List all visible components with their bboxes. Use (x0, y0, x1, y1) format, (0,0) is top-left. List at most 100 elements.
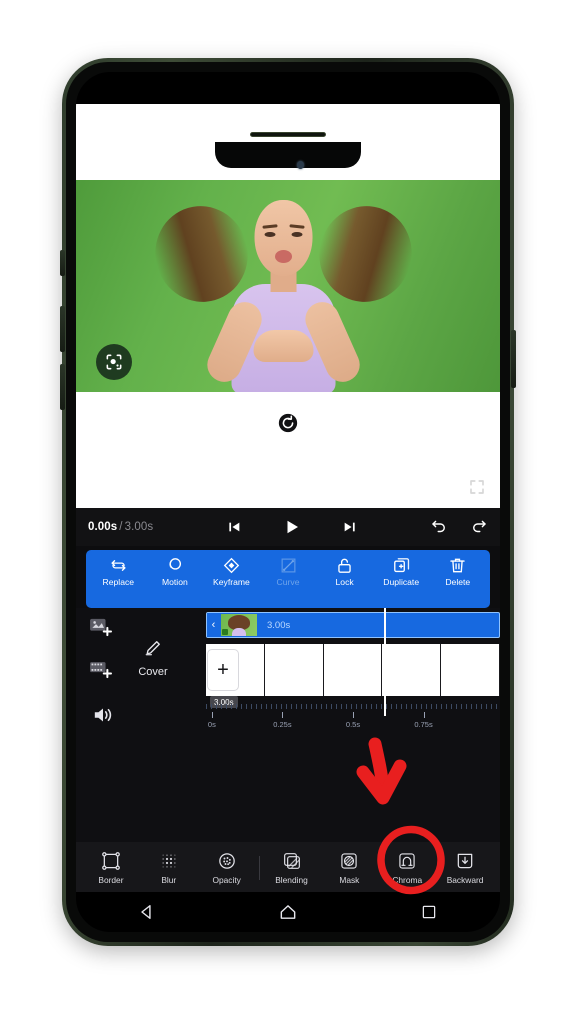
media-cell[interactable] (382, 644, 442, 696)
curve-icon (279, 556, 298, 575)
add-media-button[interactable]: + (208, 650, 238, 690)
ruler-label: 0.75s (414, 720, 433, 729)
undo-icon[interactable] (430, 518, 448, 536)
motion-label: Motion (161, 577, 188, 587)
clip-context-toolbar: Replace Motion Keyframe Curve Lock Dupli… (86, 550, 490, 608)
volume-up-button[interactable] (60, 306, 65, 352)
thumbnail-body (232, 628, 246, 636)
keyframe-button[interactable]: Keyframe (203, 556, 260, 588)
clip-thumbnail (221, 614, 257, 636)
curve-label: Curve (276, 577, 300, 587)
eye-left (264, 232, 276, 237)
recents-square-icon[interactable] (359, 903, 500, 921)
rotate-icon[interactable] (277, 412, 299, 434)
volume-down-button[interactable] (60, 364, 65, 410)
backward-label: Backward (446, 875, 484, 885)
timeline[interactable]: Cover ‹ 3.00s + 3.00s 0s 0.25s 0.5s 0.75… (76, 608, 500, 842)
major-tick (353, 712, 354, 718)
media-cell[interactable] (265, 644, 324, 696)
add-video-icon[interactable] (88, 658, 114, 680)
media-cell[interactable] (324, 644, 383, 696)
home-icon[interactable] (217, 902, 358, 922)
duplicate-button[interactable]: Duplicate (373, 556, 430, 588)
back-triangle-icon[interactable] (76, 902, 217, 922)
skip-previous-icon[interactable] (225, 518, 243, 536)
cover-button[interactable]: Cover (124, 638, 182, 678)
unlock-icon (335, 556, 354, 575)
history-controls (430, 518, 488, 536)
replace-icon (109, 556, 128, 575)
major-tick (211, 712, 213, 718)
motion-icon (165, 556, 184, 575)
selected-clip[interactable]: ‹ 3.00s (206, 612, 500, 638)
blending-label: Blending (275, 875, 308, 885)
add-image-icon[interactable] (88, 616, 114, 638)
opacity-button[interactable]: Opacity (198, 851, 256, 885)
play-icon[interactable] (283, 518, 301, 536)
effects-toolbar: Border Blur Opacity Blending Mask Chroma… (76, 842, 500, 892)
eyebrow-right (289, 224, 305, 229)
replace-button[interactable]: Replace (90, 556, 147, 588)
ruler-label: 0s (207, 720, 216, 729)
redo-icon[interactable] (470, 518, 488, 536)
thumbnail-badge (222, 629, 228, 635)
trash-icon (448, 556, 467, 575)
keyframe-icon (222, 556, 241, 575)
mask-icon (339, 851, 359, 871)
phone-screen: 0.00s/3.00s Replace Motion Keyframe Curv… (76, 72, 500, 932)
notch (215, 142, 361, 168)
skip-next-icon[interactable] (341, 518, 359, 536)
main-media-track[interactable]: + 3.00s (206, 644, 500, 708)
cover-label: Cover (138, 666, 168, 678)
media-cell[interactable] (441, 644, 500, 696)
chroma-label: Chroma (392, 875, 423, 885)
hands (253, 330, 314, 362)
timeline-ruler[interactable]: 0s 0.25s 0.5s 0.75s (206, 704, 500, 734)
total-time: 3.00s (124, 521, 154, 533)
chroma-button[interactable]: Chroma (378, 851, 436, 885)
blending-icon (282, 851, 302, 871)
front-camera-icon (297, 161, 304, 169)
major-tick (423, 712, 425, 718)
overlay-track[interactable]: ‹ 3.00s (198, 612, 500, 638)
time-readout: 0.00s/3.00s (88, 521, 153, 533)
fullscreen-expand-icon[interactable] (468, 478, 486, 496)
android-navigation-bar (76, 892, 500, 932)
ruler-label: 0.5s (345, 720, 361, 729)
chroma-icon (397, 851, 417, 871)
opacity-label: Opacity (212, 875, 241, 885)
transport-controls (153, 518, 430, 536)
status-bar (76, 72, 500, 104)
chevron-left-icon[interactable]: ‹ (207, 613, 220, 637)
tracks-area[interactable]: ‹ 3.00s + 3.00s 0s 0.25s 0.5s 0.75s (198, 608, 500, 842)
playback-transport-bar: 0.00s/3.00s (76, 508, 500, 546)
power-button[interactable] (511, 330, 516, 388)
mask-button[interactable]: Mask (320, 851, 378, 885)
curve-button[interactable]: Curve (260, 556, 317, 588)
backward-icon (455, 851, 475, 871)
eye-right (291, 232, 303, 237)
playhead[interactable] (384, 608, 386, 716)
opacity-icon (217, 851, 237, 871)
blur-button[interactable]: Blur (140, 851, 198, 885)
motion-button[interactable]: Motion (147, 556, 204, 588)
audio-icon[interactable] (90, 704, 116, 726)
delete-button[interactable]: Delete (429, 556, 486, 588)
blending-button[interactable]: Blending (263, 851, 321, 885)
face (254, 200, 313, 276)
lock-button[interactable]: Lock (316, 556, 373, 588)
lock-label: Lock (335, 577, 354, 587)
mask-label: Mask (339, 875, 360, 885)
backward-button[interactable]: Backward (436, 851, 494, 885)
duplicate-icon (392, 556, 411, 575)
mute-switch[interactable] (60, 250, 65, 276)
border-button[interactable]: Border (82, 851, 140, 885)
minor-ticks (206, 704, 500, 709)
keyframe-label: Keyframe (213, 577, 250, 587)
replace-label: Replace (102, 577, 135, 587)
pen-icon (143, 638, 163, 663)
clip-duration-label: 3.00s (267, 619, 291, 631)
video-frame[interactable] (76, 180, 500, 392)
lens-scan-icon[interactable] (96, 344, 132, 380)
track-icon-column (88, 612, 128, 730)
